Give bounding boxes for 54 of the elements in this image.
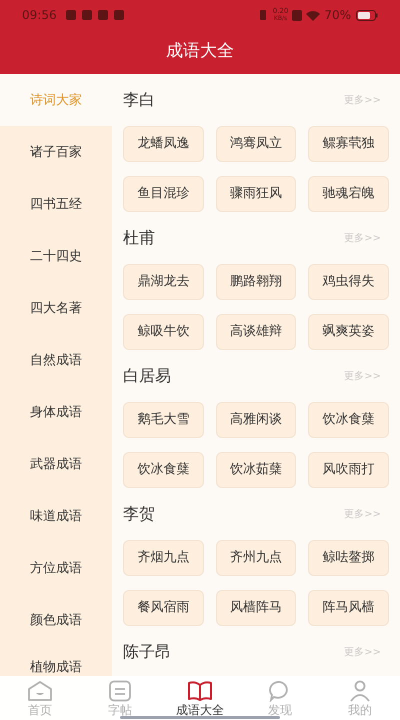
wifi-icon bbox=[306, 10, 320, 20]
sidebar-item[interactable]: 二十四史 bbox=[0, 230, 112, 282]
section-heading: 陈子昂 bbox=[123, 641, 171, 663]
section-heading: 白居易 bbox=[123, 365, 171, 387]
page-title: 成语大全 bbox=[166, 40, 234, 64]
sidebar-item[interactable]: 四大名著 bbox=[0, 282, 112, 334]
sidebar-item[interactable]: 武器成语 bbox=[0, 438, 112, 490]
idiom-chip[interactable]: 饮冰食蘖 bbox=[123, 452, 204, 488]
notification-icon bbox=[112, 9, 125, 21]
idiom-chip[interactable]: 鸿骞凤立 bbox=[216, 126, 296, 162]
idiom-chip[interactable]: 高谈雄辩 bbox=[216, 314, 296, 350]
document-icon bbox=[108, 680, 132, 702]
idiom-chip[interactable]: 鼎湖龙去 bbox=[123, 264, 204, 300]
battery-icon bbox=[356, 10, 378, 20]
home-icon bbox=[27, 680, 53, 702]
idiom-chip[interactable]: 鱼目混珍 bbox=[123, 176, 204, 212]
idiom-chip[interactable]: 鹅毛大雪 bbox=[123, 402, 204, 438]
sidebar-item[interactable]: 方位成语 bbox=[0, 542, 112, 594]
idiom-chip[interactable]: 鹏路翱翔 bbox=[216, 264, 296, 300]
section-heading: 李白 bbox=[123, 89, 155, 111]
sidebar-item[interactable]: 诸子百家 bbox=[0, 126, 112, 178]
idiom-chip[interactable]: 龙蟠凤逸 bbox=[123, 126, 204, 162]
notification-icon bbox=[80, 9, 93, 21]
battery-level: 70% bbox=[324, 7, 351, 24]
idiom-chip[interactable]: 风樯阵马 bbox=[216, 590, 296, 626]
person-icon bbox=[349, 680, 371, 702]
idiom-chip[interactable]: 阵马风樯 bbox=[308, 590, 389, 626]
sidebar-item[interactable]: 自然成语 bbox=[0, 334, 112, 386]
idiom-chip[interactable]: 高雅闲谈 bbox=[216, 402, 296, 438]
tab-item[interactable]: 成语大全 bbox=[176, 702, 224, 718]
idiom-chip[interactable]: 鲸吸牛饮 bbox=[123, 314, 204, 350]
status-time: 09:56 bbox=[22, 7, 57, 24]
idiom-chip[interactable]: 鳏寡茕独 bbox=[308, 126, 389, 162]
idiom-chip[interactable]: 餐风宿雨 bbox=[123, 590, 204, 626]
notification-icon bbox=[64, 9, 77, 21]
idiom-chip[interactable]: 风吹雨打 bbox=[308, 452, 389, 488]
idiom-chip[interactable]: 鲸呿鳌掷 bbox=[308, 540, 389, 576]
notification-icon bbox=[96, 9, 109, 21]
sidebar-item[interactable]: 植物成语 bbox=[0, 646, 112, 676]
sidebar-item[interactable]: 四书五经 bbox=[0, 178, 112, 230]
idiom-chip[interactable]: 飒爽英姿 bbox=[308, 314, 389, 350]
idiom-chip[interactable]: 饮冰茹蘖 bbox=[216, 452, 296, 488]
idiom-chip[interactable]: 饮冰食蘖 bbox=[308, 402, 389, 438]
idiom-chip[interactable]: 骤雨狂风 bbox=[216, 176, 296, 212]
idiom-chip[interactable]: 驰魂宕魄 bbox=[308, 176, 389, 212]
idiom-chip[interactable]: 齐烟九点 bbox=[123, 540, 204, 576]
sidebar-item[interactable]: 颜色成语 bbox=[0, 594, 112, 646]
section-heading: 杜甫 bbox=[123, 227, 155, 249]
sidebar-item[interactable]: 身体成语 bbox=[0, 386, 112, 438]
book-icon bbox=[187, 680, 213, 702]
idiom-chip[interactable]: 鸡虫得失 bbox=[308, 264, 389, 300]
sidebar-item[interactable]: 味道成语 bbox=[0, 490, 112, 542]
idiom-chip[interactable]: 齐州九点 bbox=[216, 540, 296, 576]
section-heading: 李贺 bbox=[123, 503, 155, 525]
